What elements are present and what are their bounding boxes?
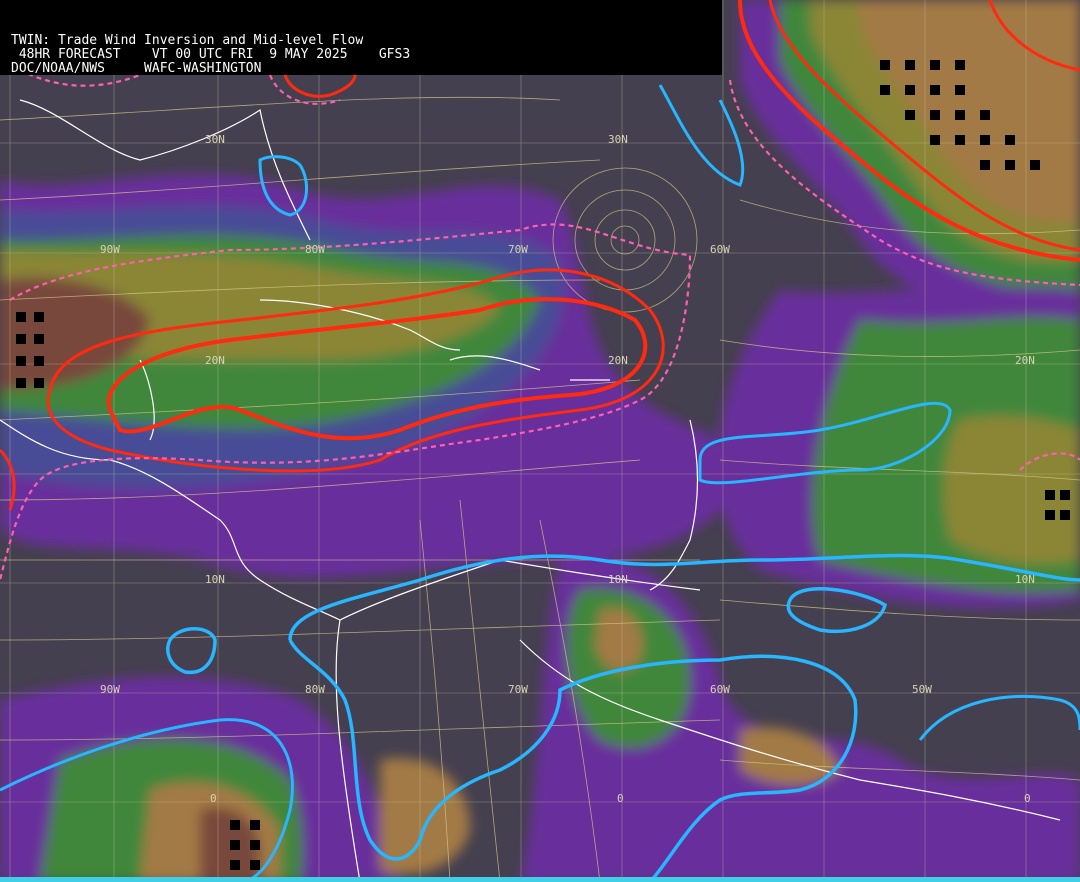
red-contour-top — [283, 74, 357, 98]
lat-label: 20N — [205, 354, 225, 367]
lat-label: 20N — [608, 354, 628, 367]
cyan-contour-atlantic-n — [658, 84, 745, 187]
title-line-valid-time: 48HR FORECAST VT 00 UTC FRI 9 MAY 2025 G… — [11, 47, 411, 62]
title-line-source: DOC/NOAA/NWS WAFC-WASHINGTON — [11, 61, 262, 76]
shade-olive-east — [943, 415, 1080, 564]
lat-label: 10N — [608, 573, 628, 586]
title-box: TWIN: Trade Wind Inversion and Mid-level… — [0, 0, 722, 76]
lon-label: 60W — [710, 243, 730, 256]
lat-label: 20N — [1015, 354, 1035, 367]
lat-label: 30N — [608, 133, 628, 146]
lon-label: 70W — [508, 683, 528, 696]
cyan-contour-se — [918, 694, 1080, 741]
lon-label: 80W — [305, 683, 325, 696]
lat-label: 10N — [205, 573, 225, 586]
bottom-border — [0, 877, 1080, 882]
lat-label: 10N — [1015, 573, 1035, 586]
lon-label: 90W — [100, 243, 120, 256]
lon-label: 80W — [305, 243, 325, 256]
lon-label: 50W — [912, 683, 932, 696]
lon-label: 70W — [508, 243, 528, 256]
shaded-field-layer — [0, 0, 1080, 882]
cyan-contour-pacific — [166, 627, 217, 675]
lat-label: 0 — [1024, 792, 1031, 805]
lat-label: 0 — [617, 792, 624, 805]
twin-forecast-map: 30N 30N 20N 20N 20N 10N 10N 10N 0 0 0 90… — [0, 0, 1080, 882]
shade-tan-s — [380, 758, 470, 875]
lat-label: 0 — [210, 792, 217, 805]
lon-label: 90W — [100, 683, 120, 696]
lon-label: 60W — [710, 683, 730, 696]
lat-label: 30N — [205, 133, 225, 146]
map-canvas: 30N 30N 20N 20N 20N 10N 10N 10N 0 0 0 90… — [0, 0, 1080, 882]
title-line-product: TWIN: Trade Wind Inversion and Mid-level… — [11, 33, 364, 48]
